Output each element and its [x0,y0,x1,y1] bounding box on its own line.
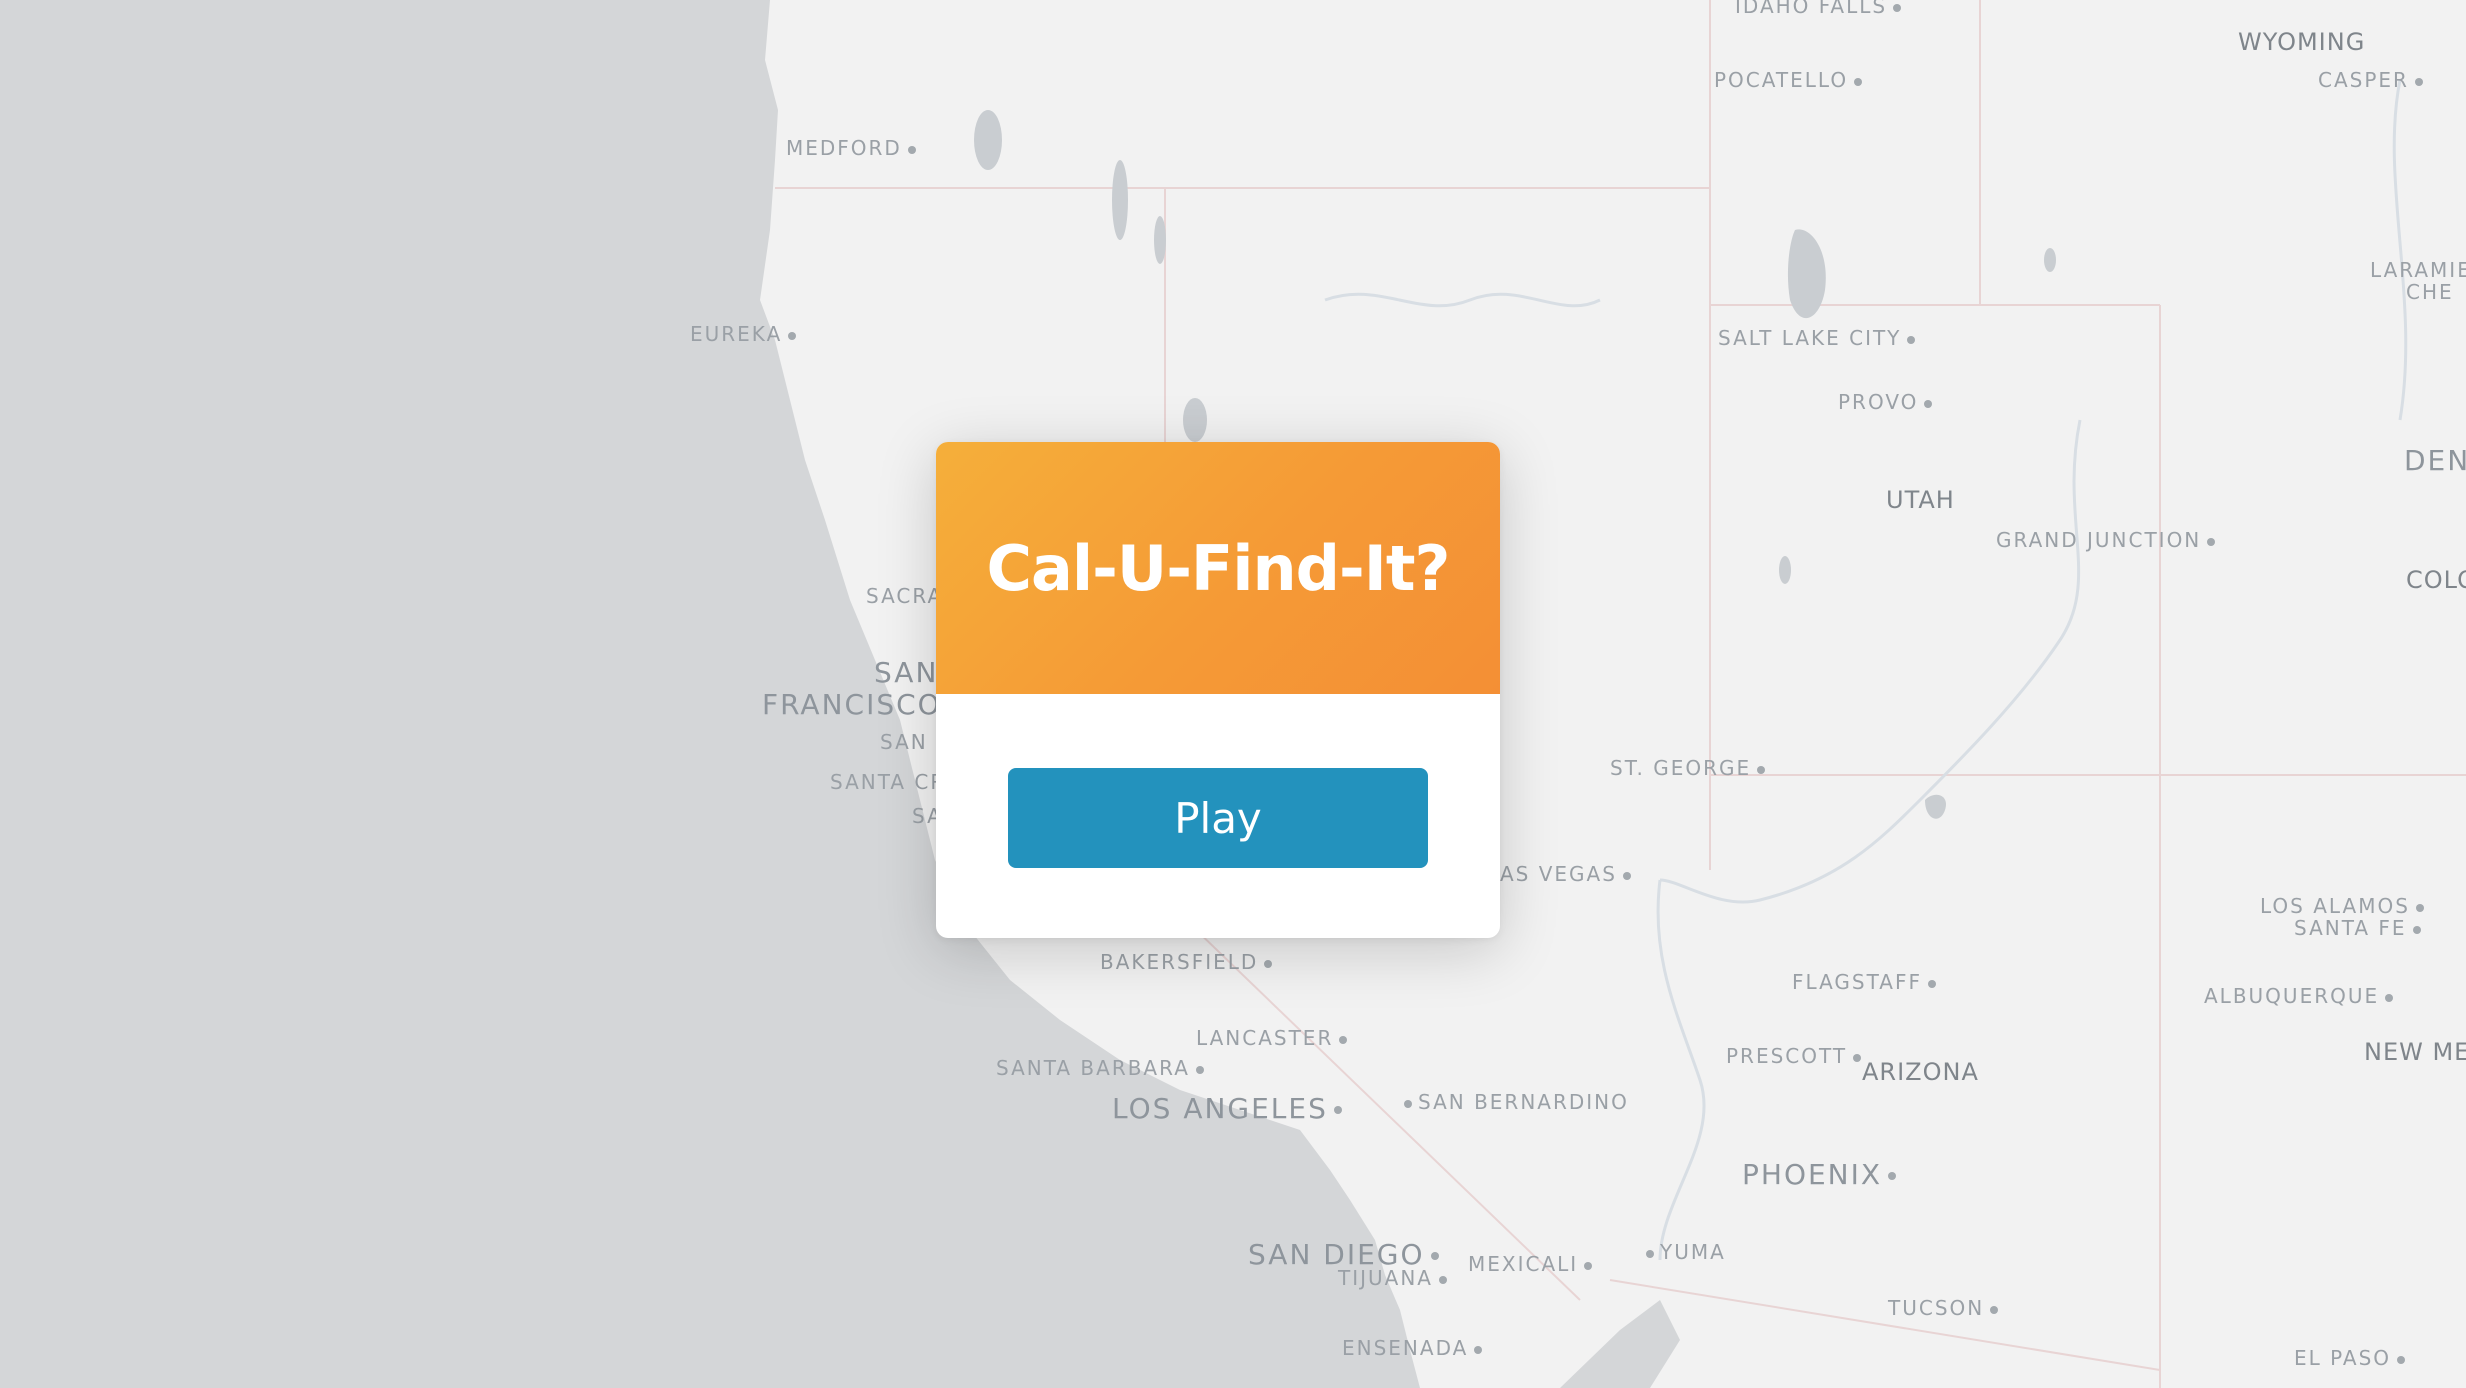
map-label-st-george: ST. GEORGE [1610,756,1766,780]
start-modal: Cal-U-Find-It? Play [936,442,1500,938]
map-label-utah: UTAH [1886,486,1955,514]
map-label-mexicali: MEXICALI [1468,1252,1593,1276]
modal-body: Play [936,694,1500,938]
map-label-bakersfield: BAKERSFIELD [1100,950,1273,974]
map-label-albuquerque: ALBUQUERQUE [2204,984,2394,1008]
map-label-grand-junction: GRAND JUNCTION [1996,528,2216,552]
game-title: Cal-U-Find-It? [986,531,1451,605]
map-label-laramie: LARAMIE [2370,258,2466,282]
map-label-prescott: PRESCOTT [1726,1044,1862,1068]
map-label-santa-barbara: SANTA BARBARA [996,1056,1204,1080]
map-label-wyoming: WYOMING [2238,28,2366,56]
map-label-denver: DEN [2404,444,2466,477]
map-label-lancaster: LANCASTER [1196,1026,1348,1050]
modal-header: Cal-U-Find-It? [936,442,1500,694]
map-label-ensenada: ENSENADA [1342,1336,1483,1360]
map-label-el-paso: EL PASO [2294,1346,2406,1370]
map-label-phoenix: PHOENIX [1742,1158,1897,1191]
map-label-new-mexico: NEW MEX [2364,1038,2466,1066]
map-label-arizona: ARIZONA [1862,1058,1979,1086]
map-label-san-francisco-2: FRANCISCO [762,688,942,721]
map-label-medford: MEDFORD [786,136,916,160]
map-label-san-francisco-1: SAN [874,656,939,689]
map-label-pocatello: POCATELLO [1714,68,1863,92]
map-label-sacramento: SACRA [866,584,944,608]
play-button[interactable]: Play [1008,768,1428,868]
map-label-tucson: TUCSON [1888,1296,1999,1320]
map-label-provo: PROVO [1838,390,1933,414]
map-label-yuma: YUMA [1646,1240,1726,1264]
map-label-san-bernardino: SAN BERNARDINO [1404,1090,1629,1114]
map-label-cheyenne: CHE [2406,280,2454,304]
map-label-los-angeles: LOS ANGELES [1112,1092,1342,1125]
map-label-colorado: COLO [2406,566,2466,594]
map-label-casper: CASPER [2318,68,2423,92]
map-label-los-alamos: LOS ALAMOS [2260,894,2424,918]
map-label-san-jose: SAN [880,730,928,754]
map-label-idaho-falls: IDAHO FALLS [1735,0,1902,18]
map-label-tijuana: TIJUANA [1338,1266,1447,1290]
map-label-santa-cruz: SANTA CR [830,770,947,794]
map-label-eureka: EUREKA [690,322,797,346]
map-label-flagstaff: FLAGSTAFF [1792,970,1936,994]
map-label-santa-fe: SANTA FE [2294,916,2421,940]
map-label-las-vegas: AS VEGAS [1500,862,1631,886]
map-label-salt-lake-city: SALT LAKE CITY [1718,326,1916,350]
